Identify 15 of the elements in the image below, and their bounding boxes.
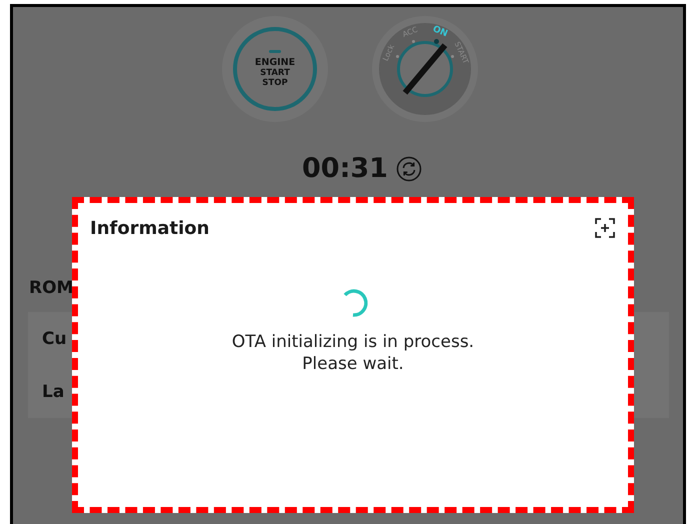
- position-dot-icon: [434, 38, 439, 44]
- position-dot-icon: [412, 40, 416, 43]
- dialog-message: Please wait.: [301, 353, 405, 375]
- dialog-title: Information: [90, 218, 210, 238]
- dialog-message: OTA initializing is in process.: [232, 331, 474, 353]
- countdown-timer: 00:31: [302, 153, 388, 184]
- position-dot-icon: [450, 55, 454, 58]
- version-row-label: Cu: [42, 328, 67, 348]
- section-title: ROM: [28, 278, 74, 298]
- engine-start-stop-button[interactable]: ENGINE START STOP: [233, 27, 317, 111]
- refresh-icon[interactable]: [396, 156, 422, 182]
- expand-icon[interactable]: [594, 217, 616, 239]
- version-row-label: La: [42, 382, 64, 402]
- position-dot-icon: [396, 55, 400, 58]
- ignition-position-label: ON: [431, 24, 449, 40]
